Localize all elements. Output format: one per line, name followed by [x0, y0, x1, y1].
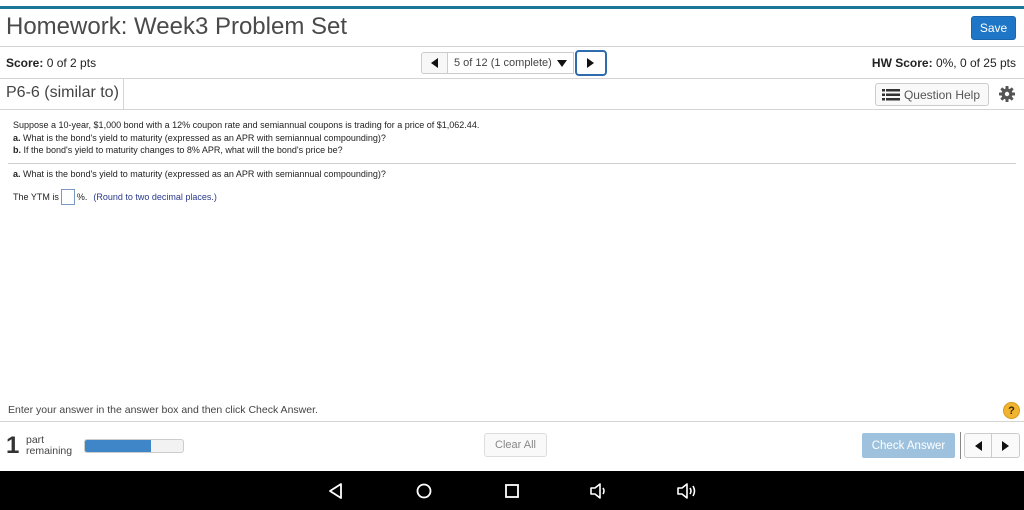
problem-part-a: a. What is the bond's yield to maturity … [13, 132, 479, 145]
current-part-text: What is the bond's yield to maturity (ex… [23, 169, 386, 179]
parts-remaining-label: part remaining [26, 435, 72, 457]
recents-icon[interactable] [501, 480, 523, 502]
score-bar: Score: 0 of 2 pts 5 of 12 (1 complete) H… [0, 47, 1024, 79]
volume-down-icon[interactable] [588, 480, 610, 502]
help-icon[interactable]: ? [1003, 402, 1020, 419]
check-answer-button[interactable]: Check Answer [862, 433, 955, 458]
clear-all-button[interactable]: Clear All [484, 433, 547, 457]
part-a-text: What is the bond's yield to maturity (ex… [23, 132, 386, 143]
question-select-dropdown[interactable]: 5 of 12 (1 complete) [447, 52, 574, 74]
title-bar: Homework: Week3 Problem Set Save [0, 9, 1024, 47]
question-help-label: Question Help [903, 87, 980, 102]
answer-suffix: %. [76, 192, 88, 202]
page-title: Homework: Week3 Problem Set [6, 13, 348, 40]
previous-part-button[interactable] [965, 434, 992, 457]
gear-icon[interactable] [999, 86, 1015, 102]
ytm-answer-input[interactable] [60, 189, 75, 205]
next-question-button[interactable] [574, 50, 607, 76]
parts-remaining-line2: remaining [26, 445, 73, 457]
score: Score: 0 of 2 pts [6, 56, 96, 70]
current-part-label: a. [13, 169, 21, 179]
android-navigation-bar [0, 471, 1024, 510]
triangle-left-icon [974, 440, 982, 451]
parts-progress-bar [84, 439, 184, 453]
score-label: Score: [6, 56, 44, 70]
parts-remaining-count: 1 [6, 432, 20, 459]
list-icon [881, 88, 900, 100]
answer-line: The YTM is %. (Round to two decimal plac… [13, 189, 217, 205]
hw-score: HW Score: 0%, 0 of 25 pts [872, 56, 1016, 70]
part-b-text: If the bond's yield to maturity changes … [23, 145, 343, 155]
hw-score-value: 0%, 0 of 25 pts [935, 56, 1016, 70]
back-icon[interactable] [325, 480, 347, 502]
problem-part-b: b. If the bond's yield to maturity chang… [13, 144, 479, 157]
progress-fill [85, 440, 151, 452]
part-pager [964, 433, 1020, 458]
next-part-button[interactable] [992, 434, 1019, 457]
problem-statement: Suppose a 10-year, $1,000 bond with a 12… [13, 119, 479, 157]
triangle-down-icon [556, 59, 567, 67]
volume-up-icon[interactable] [676, 480, 698, 502]
question-navigator: 5 of 12 (1 complete) [421, 50, 607, 76]
triangle-right-icon [587, 58, 595, 68]
question-position: 5 of 12 (1 complete) [454, 57, 552, 69]
hw-score-label: HW Score: [871, 56, 933, 70]
question-title: P6-6 (similar to) [0, 79, 124, 109]
previous-question-button[interactable] [421, 52, 447, 74]
save-button[interactable]: Save [971, 16, 1016, 40]
separator [960, 432, 961, 459]
triangle-left-icon [431, 58, 438, 68]
instruction-bar: Enter your answer in the answer box and … [0, 400, 1024, 422]
part-a-label: a. [13, 132, 21, 143]
instruction-text: Enter your answer in the answer box and … [8, 404, 318, 416]
part-b-label: b. [13, 145, 21, 155]
score-value: 0 of 2 pts [46, 56, 97, 70]
divider [8, 163, 1016, 164]
home-icon[interactable] [413, 480, 435, 502]
bottom-bar: 1 part remaining Clear All Check Answer [0, 423, 1024, 471]
rounding-hint: (Round to two decimal places.) [93, 192, 217, 202]
answer-prefix: The YTM is [13, 192, 59, 202]
question-help-button[interactable]: Question Help [874, 83, 989, 106]
current-part-question: a. What is the bond's yield to maturity … [13, 169, 386, 179]
triangle-right-icon [1002, 440, 1009, 451]
problem-text: Suppose a 10-year, $1,000 bond with a 12… [13, 120, 480, 130]
question-bar: P6-6 (similar to) Question Help [0, 79, 1024, 110]
